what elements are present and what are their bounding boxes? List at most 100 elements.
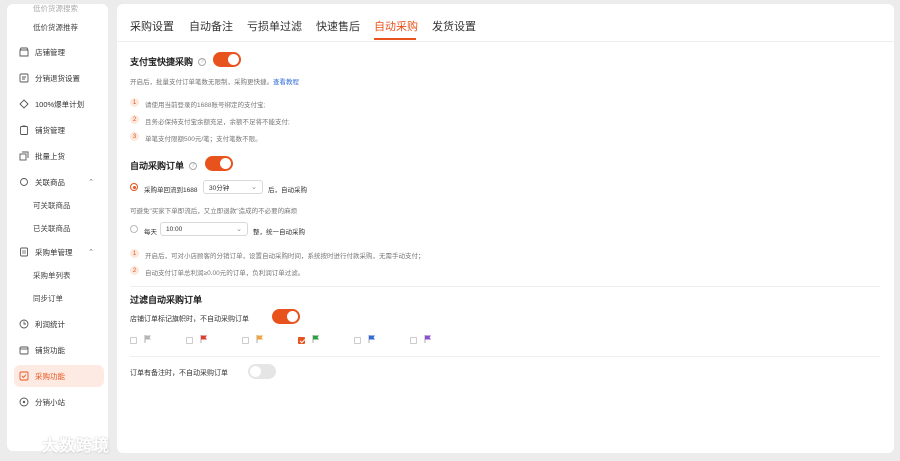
sidebar-item-listing-features[interactable]: 铺货功能 [14, 339, 104, 361]
tab-shipping-settings[interactable]: 发货设置 [432, 18, 476, 34]
sidebar-item-label: 店铺管理 [35, 47, 65, 57]
delay-select[interactable]: 30分钟 ⌄ [203, 180, 263, 194]
store-icon [19, 47, 29, 57]
option1-suffix: 后，自动采购 [268, 187, 307, 194]
copy-icon [19, 151, 29, 161]
note-number-1: 1 [130, 98, 139, 107]
chevron-down-icon: ⌄ [251, 184, 257, 191]
orange-flag-icon [256, 335, 263, 343]
auto-order-title: 自动采购订单 [130, 161, 185, 171]
sidebar-item-bulk-upload[interactable]: 批量上货 [14, 145, 104, 167]
option2-prefix: 每天 [144, 229, 157, 236]
sidebar-item-label: 采购单管理 [35, 247, 73, 257]
flag-checkbox-purple[interactable] [410, 337, 417, 344]
sidebar-item-purchase-features[interactable]: 采购功能 [14, 365, 104, 387]
flag-filter-label: 店铺订单标记旗帜时，不自动采购订单 [130, 316, 249, 323]
help-icon[interactable]: ? [198, 57, 207, 66]
alipay-note-1: 请使用当前登录的1688账号绑定的支付宝; [145, 102, 266, 109]
rocket-icon [19, 99, 29, 109]
sidebar-item-purchase-list[interactable]: 采购单列表 [33, 270, 71, 281]
main-panel: 采购设置 自动备注 亏损单过滤 快速售后 自动采购 发货设置 支付宝快捷采购 ?… [117, 4, 894, 453]
alipay-title: 支付宝快捷采购 [130, 57, 194, 67]
tab-quick-aftersale[interactable]: 快速售后 [316, 18, 360, 34]
chevron-up-icon: ⌃ [88, 179, 94, 186]
flag-checkbox-green[interactable] [298, 337, 305, 344]
alipay-desc-text: 开启后，批量支付订单笔数无限制，采购更快捷。 [130, 79, 273, 86]
option1-prefix: 采购单回流到1688 [144, 187, 198, 194]
sidebar-item-label: 关联商品 [35, 177, 65, 187]
sidebar-item-linked-products[interactable]: 关联商品 ⌃ [14, 171, 104, 193]
clipboard-icon [19, 125, 29, 135]
remark-filter-toggle[interactable] [248, 364, 276, 379]
tab-purchase-settings[interactable]: 采购设置 [130, 18, 174, 34]
brand-watermark: 大数跨境 [8, 432, 110, 456]
chevron-down-icon: ⌄ [236, 226, 242, 233]
tutorial-link[interactable]: 查看教程 [273, 79, 299, 86]
flag-checkbox-gray[interactable] [130, 337, 137, 344]
flag-checkbox-orange[interactable] [242, 337, 249, 344]
sidebar-item-label: 铺货管理 [35, 125, 65, 135]
sidebar-item-linked-list[interactable]: 已关联商品 [33, 223, 71, 234]
remark-filter-label: 订单有备注时，不自动采购订单 [130, 370, 228, 377]
brand-watermark-text: 大数跨境 [42, 438, 111, 455]
time-select[interactable]: 10:00 ⌄ [160, 222, 248, 236]
section-divider [130, 286, 880, 287]
alipay-description: 开启后，批量支付订单笔数无限制，采购更快捷。查看教程 [130, 76, 299, 86]
help-icon[interactable]: ? [189, 161, 198, 170]
radio-after-return[interactable] [130, 183, 138, 191]
flag-filter-toggle[interactable] [272, 309, 300, 324]
return-icon [19, 73, 29, 83]
sidebar-item-label: 100%爆单计划 [35, 99, 85, 109]
sidebar-item-distribution-station[interactable]: 分销小站 [14, 391, 104, 413]
sidebar-item-label: 批量上货 [35, 151, 65, 161]
note-number-2: 2 [130, 115, 139, 124]
sidebar-item-low-price-recommend[interactable]: 低价货源推荐 [33, 22, 78, 33]
auto-order-note-2: 自动支付订单总利润≥0.00元的订单，负利润订单过滤。 [145, 270, 305, 277]
green-flag-icon [312, 335, 319, 343]
red-flag-icon [200, 335, 207, 343]
alipay-note-2: 且务必保持支付宝余额充足，余额不足将不能支付; [145, 119, 290, 126]
network-icon [19, 397, 29, 407]
alipay-toggle[interactable] [213, 52, 241, 67]
sidebar-item-label: 分销小站 [35, 397, 65, 407]
note-number-3: 3 [130, 132, 139, 141]
alipay-note-3: 单笔支付限额500元/笔；支付笔数不限。 [145, 136, 262, 143]
sidebar-item-purchase-orders[interactable]: 采购单管理 ⌃ [14, 241, 104, 263]
note-number-1: 1 [130, 249, 139, 258]
auto-order-note-1: 开启后，可对小店顾客的分销订单，设置自动采购时间，系统按时进行付款采购，无需手动… [145, 253, 425, 260]
sidebar: 低价货源搜索 低价货源推荐 店铺管理 分销退货设置 100%爆单计划 铺货管理 … [7, 4, 108, 451]
tab-bar: 采购设置 自动备注 亏损单过滤 快速售后 自动采购 发货设置 [117, 4, 894, 42]
flag-checkbox-red[interactable] [186, 337, 193, 344]
brand-logo-icon [9, 436, 38, 451]
sidebar-item-explosion-plan[interactable]: 100%爆单计划 [14, 93, 104, 115]
clock-chart-icon [19, 319, 29, 329]
sidebar-item-label: 分销退货设置 [35, 73, 80, 83]
note-number-2: 2 [130, 266, 139, 275]
order-icon [19, 247, 29, 257]
auto-order-section-title: 自动采购订单 ? [130, 159, 198, 172]
box-icon [19, 345, 29, 355]
tab-auto-remark[interactable]: 自动备注 [189, 18, 233, 34]
alipay-section-title: 支付宝快捷采购 ? [130, 55, 207, 68]
blue-flag-icon [368, 335, 375, 343]
time-select-value: 10:00 [166, 225, 183, 233]
sidebar-item-label: 铺货功能 [35, 345, 65, 355]
sidebar-item-store-management[interactable]: 店铺管理 [14, 41, 104, 63]
auto-order-toggle[interactable] [205, 156, 233, 171]
sidebar-item-sync-orders[interactable]: 同步订单 [33, 293, 63, 304]
sidebar-item-listing-management[interactable]: 铺货管理 [14, 119, 104, 141]
sidebar-item-linkable-products[interactable]: 可关联商品 [33, 200, 71, 211]
sidebar-item-label: 采购功能 [35, 371, 65, 381]
chevron-up-icon: ⌃ [88, 249, 94, 256]
radio-daily[interactable] [130, 225, 138, 233]
tab-loss-filter[interactable]: 亏损单过滤 [247, 18, 302, 34]
gray-flag-icon [144, 335, 151, 343]
sidebar-item-profit-stats[interactable]: 利润统计 [14, 313, 104, 335]
sidebar-item-low-price-search[interactable]: 低价货源搜索 [33, 4, 78, 14]
purchase-icon [19, 371, 29, 381]
link-icon [19, 177, 29, 187]
purple-flag-icon [424, 335, 431, 343]
flag-checkbox-blue[interactable] [354, 337, 361, 344]
tab-auto-purchase[interactable]: 自动采购 [374, 18, 418, 34]
sidebar-item-return-settings[interactable]: 分销退货设置 [14, 67, 104, 89]
